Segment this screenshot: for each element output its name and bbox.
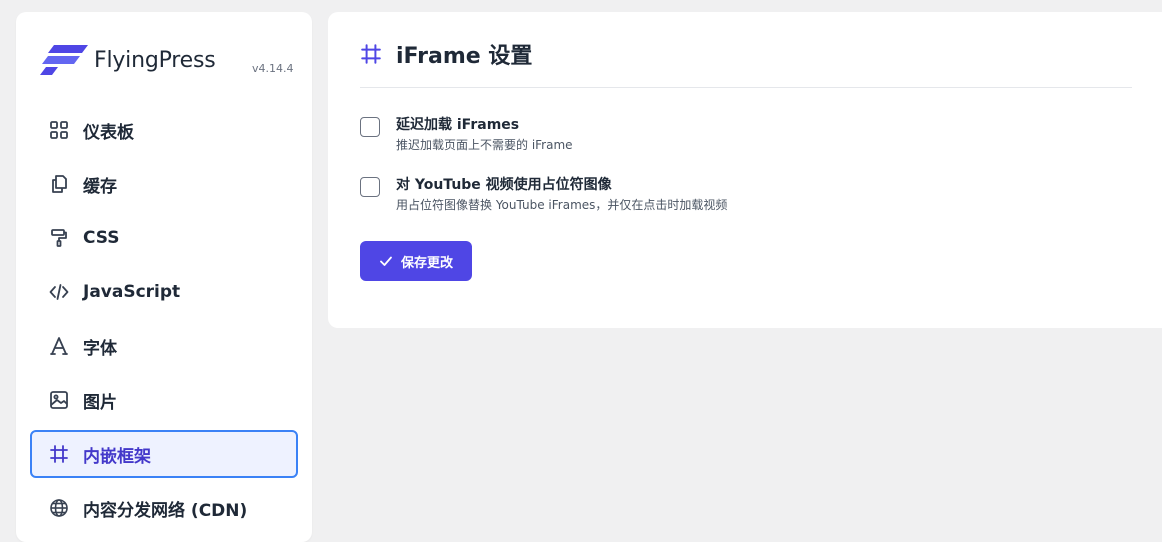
paint-roller-icon bbox=[48, 227, 70, 249]
code-icon bbox=[48, 281, 70, 303]
option-youtube-placeholder: 对 YouTube 视频使用占位符图像 用占位符图像替换 YouTube iFr… bbox=[360, 175, 727, 213]
save-button[interactable]: 保存更改 bbox=[360, 241, 472, 281]
save-button-label: 保存更改 bbox=[400, 255, 453, 271]
image-icon bbox=[48, 389, 70, 411]
youtube-placeholder-checkbox[interactable] bbox=[360, 177, 380, 197]
hash-icon bbox=[48, 443, 70, 465]
sidebar-item-label: 内容分发网络 (CDN) bbox=[83, 500, 248, 521]
divider bbox=[360, 87, 1132, 88]
sidebar-item-iframes[interactable]: 内嵌框架 bbox=[30, 430, 298, 478]
sidebar-item-javascript[interactable]: JavaScript bbox=[30, 268, 298, 316]
hash-icon bbox=[360, 43, 382, 65]
panel-header: iFrame 设置 bbox=[360, 38, 532, 70]
sidebar-item-dashboard[interactable]: 仪表板 bbox=[30, 106, 298, 154]
font-icon bbox=[48, 335, 70, 357]
sidebar-nav: 仪表板 缓存 CSS JavaScript 字体 图片 内嵌框架 内容分发网络 … bbox=[30, 106, 298, 538]
option-title: 对 YouTube 视频使用占位符图像 bbox=[396, 177, 612, 193]
option-title: 延迟加载 iFrames bbox=[396, 117, 520, 133]
version-label: v4.14.4 bbox=[252, 62, 294, 75]
option-description: 推迟加载页面上不需要的 iFrame bbox=[396, 138, 573, 152]
grid-icon bbox=[48, 119, 70, 141]
sidebar-item-label: 仪表板 bbox=[83, 122, 134, 143]
iframe-settings-panel: iFrame 设置 延迟加载 iFrames 推迟加载页面上不需要的 iFram… bbox=[328, 12, 1162, 328]
page-title: iFrame 设置 bbox=[396, 44, 533, 69]
flyingpress-logo-icon bbox=[40, 45, 88, 75]
sidebar-item-images[interactable]: 图片 bbox=[30, 376, 298, 424]
globe-icon bbox=[48, 497, 70, 519]
brand[interactable]: FlyingPress bbox=[40, 42, 216, 78]
option-lazy-load-iframes: 延迟加载 iFrames 推迟加载页面上不需要的 iFrame bbox=[360, 115, 573, 153]
sidebar-item-css[interactable]: CSS bbox=[30, 214, 298, 262]
sidebar-item-label: 图片 bbox=[83, 392, 117, 413]
sidebar-item-label: 缓存 bbox=[83, 176, 117, 197]
sidebar-item-cache[interactable]: 缓存 bbox=[30, 160, 298, 208]
sidebar-item-fonts[interactable]: 字体 bbox=[30, 322, 298, 370]
sidebar-item-label: JavaScript bbox=[83, 282, 181, 302]
copy-icon bbox=[48, 173, 70, 195]
sidebar: FlyingPress v4.14.4 仪表板 缓存 CSS JavaScrip… bbox=[16, 12, 312, 542]
sidebar-item-label: 字体 bbox=[83, 338, 117, 359]
sidebar-item-label: CSS bbox=[83, 228, 120, 248]
sidebar-item-label: 内嵌框架 bbox=[83, 446, 151, 467]
check-icon bbox=[380, 256, 392, 266]
option-description: 用占位符图像替换 YouTube iFrames，并仅在点击时加载视频 bbox=[396, 198, 728, 212]
sidebar-item-cdn[interactable]: 内容分发网络 (CDN) bbox=[30, 484, 298, 532]
lazy-load-iframes-checkbox[interactable] bbox=[360, 117, 380, 137]
brand-name: FlyingPress bbox=[94, 47, 216, 73]
